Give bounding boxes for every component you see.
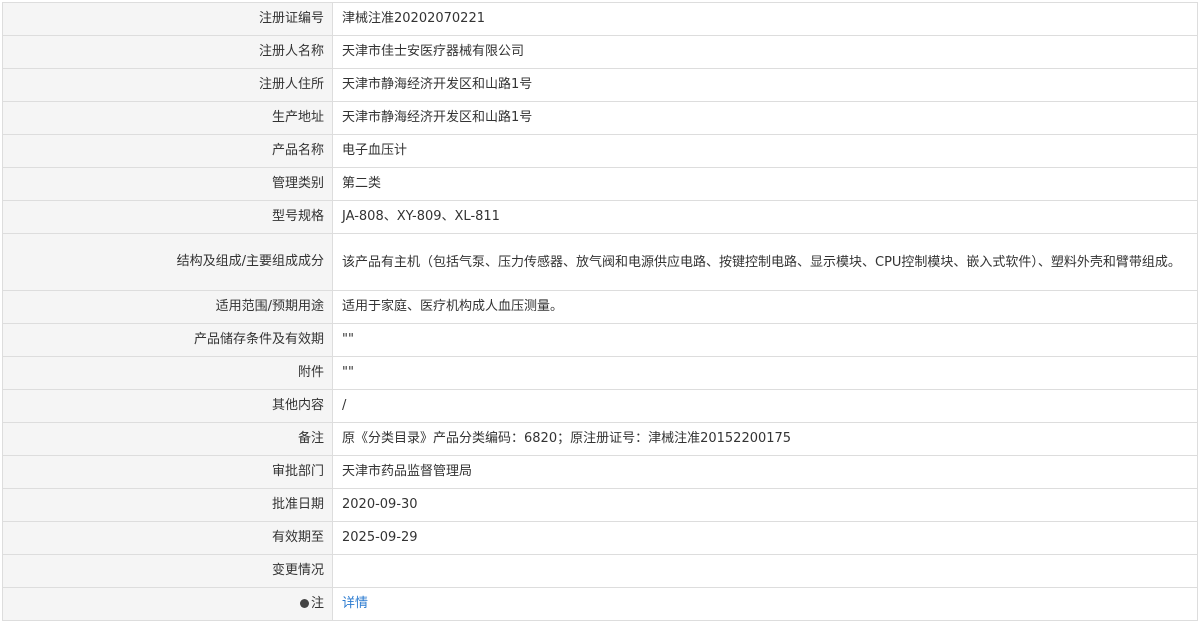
row-label: 批准日期 [2,488,333,522]
row-label: 结构及组成/主要组成成分 [2,233,333,291]
table-row-attachments: 附件 "" [2,356,1198,390]
table-row-production-address: 生产地址 天津市静海经济开发区和山路1号 [2,101,1198,135]
row-value: 天津市佳士安医疗器械有限公司 [332,35,1198,69]
table-row-valid-until: 有效期至 2025-09-29 [2,521,1198,555]
row-value: "" [332,323,1198,357]
row-value: 适用于家庭、医疗机构成人血压测量。 [332,290,1198,324]
table-row-model-spec: 型号规格 JA-808、XY-809、XL-811 [2,200,1198,234]
row-value: "" [332,356,1198,390]
table-row-note: 注 详情 [2,587,1198,621]
row-label: 其他内容 [2,389,333,423]
row-label: 附件 [2,356,333,390]
row-label: 型号规格 [2,200,333,234]
table-row-remarks: 备注 原《分类目录》产品分类编码：6820；原注册证号：津械注准20152200… [2,422,1198,456]
row-value: 原《分类目录》产品分类编码：6820；原注册证号：津械注准20152200175 [332,422,1198,456]
registration-info-panel: 注册证编号 津械注准20202070221 注册人名称 天津市佳士安医疗器械有限… [2,2,1198,635]
note-label-cell: 注 [2,587,333,621]
row-label: 产品储存条件及有效期 [2,323,333,357]
note-label: 注 [310,596,324,611]
row-value: 第二类 [332,167,1198,201]
table-row-registration-number: 注册证编号 津械注准20202070221 [2,2,1198,36]
row-label: 适用范围/预期用途 [2,290,333,324]
row-value: 天津市静海经济开发区和山路1号 [332,68,1198,102]
table-row-structure-composition: 结构及组成/主要组成成分 该产品有主机（包括气泵、压力传感器、放气阀和电源供应电… [2,233,1198,291]
bulb-icon [299,599,309,608]
table-row-other-content: 其他内容 / [2,389,1198,423]
row-value: 天津市静海经济开发区和山路1号 [332,101,1198,135]
row-value: 天津市药品监督管理局 [332,455,1198,489]
row-label: 有效期至 [2,521,333,555]
row-label: 变更情况 [2,554,333,588]
row-label: 管理类别 [2,167,333,201]
table-row-management-class: 管理类别 第二类 [2,167,1198,201]
table-row-change-status: 变更情况 [2,554,1198,588]
row-value [332,554,1198,588]
row-label: 注册人住所 [2,68,333,102]
row-label: 生产地址 [2,101,333,135]
table-row-registrant-name: 注册人名称 天津市佳士安医疗器械有限公司 [2,35,1198,69]
row-value: / [332,389,1198,423]
row-value: 2020-09-30 [332,488,1198,522]
row-value: JA-808、XY-809、XL-811 [332,200,1198,234]
row-label: 审批部门 [2,455,333,489]
registration-info-table: 注册证编号 津械注准20202070221 注册人名称 天津市佳士安医疗器械有限… [2,2,1198,621]
table-row-storage-validity: 产品储存条件及有效期 "" [2,323,1198,357]
row-value: 2025-09-29 [332,521,1198,555]
note-value-cell: 详情 [332,587,1198,621]
row-label: 产品名称 [2,134,333,168]
table-row-registrant-address: 注册人住所 天津市静海经济开发区和山路1号 [2,68,1198,102]
table-row-approval-department: 审批部门 天津市药品监督管理局 [2,455,1198,489]
table-row-intended-use: 适用范围/预期用途 适用于家庭、医疗机构成人血压测量。 [2,290,1198,324]
row-value: 津械注准20202070221 [332,2,1198,36]
table-row-approval-date: 批准日期 2020-09-30 [2,488,1198,522]
row-value: 该产品有主机（包括气泵、压力传感器、放气阀和电源供应电路、按键控制电路、显示模块… [332,233,1198,291]
row-label: 备注 [2,422,333,456]
table-row-product-name: 产品名称 电子血压计 [2,134,1198,168]
row-label: 注册人名称 [2,35,333,69]
row-value: 电子血压计 [332,134,1198,168]
details-link[interactable]: 详情 [342,596,368,611]
row-label: 注册证编号 [2,2,333,36]
